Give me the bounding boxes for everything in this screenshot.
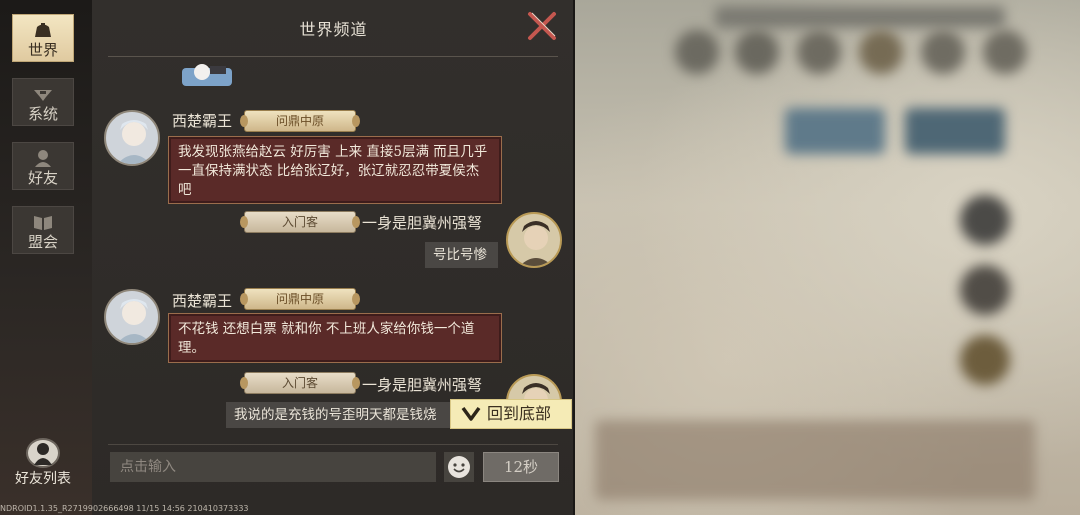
friend-avatar-icon bbox=[26, 438, 60, 468]
channel-tab-rail: 世界 系统 好友 盟会 好友列表 bbox=[0, 0, 92, 515]
input-divider bbox=[108, 444, 558, 445]
sticker-emoji-icon bbox=[182, 64, 232, 86]
rank-badge: 入门客 bbox=[240, 372, 360, 394]
emoji-button[interactable] bbox=[444, 452, 474, 482]
close-icon[interactable] bbox=[526, 10, 558, 42]
tab-label: 好友 bbox=[27, 169, 58, 187]
rank-badge: 入门客 bbox=[240, 211, 360, 233]
chat-input-placeholder: 点击输入 bbox=[120, 459, 176, 475]
message-bubble: 我说的是充钱的号歪明天都是钱烧 bbox=[226, 402, 456, 428]
message-bubble: 不花钱 还想白票 就和你 不上班人家给你钱一个道理。 bbox=[168, 313, 502, 363]
tab-label: 系统 bbox=[27, 105, 58, 123]
tab-label: 世界 bbox=[27, 41, 58, 59]
alliance-book-icon bbox=[34, 216, 52, 230]
tab-alliance[interactable]: 盟会 bbox=[12, 206, 74, 254]
avatar[interactable] bbox=[104, 110, 160, 166]
message-text: 我发现张燕给赵云 好厉害 上来 直接5层满 而且几乎一直保持满状态 比给张辽好，… bbox=[178, 144, 488, 198]
tab-system[interactable]: 系统 bbox=[12, 78, 74, 126]
sender-name: 西楚霸王 bbox=[172, 112, 233, 130]
world-chat-panel: 世界频道 西楚霸王 问鼎中原 我发现张燕给赵云 好厉害 上来 直接5层满 而且几… bbox=[92, 0, 575, 515]
tab-label: 盟会 bbox=[27, 233, 58, 251]
sender-name: 西楚霸王 bbox=[172, 292, 233, 310]
message-bubble: 我发现张燕给赵云 好厉害 上来 直接5层满 而且几乎一直保持满状态 比给张辽好，… bbox=[168, 136, 502, 204]
rank-badge: 问鼎中原 bbox=[240, 110, 360, 132]
message-bubble: 号比号惨 bbox=[425, 242, 498, 268]
message-text: 不花钱 还想白票 就和你 不上班人家给你钱一个道理。 bbox=[178, 321, 475, 356]
scroll-to-bottom-button[interactable]: 回到底部 bbox=[450, 399, 572, 429]
game-scene-background bbox=[575, 0, 1080, 515]
smiley-face-icon bbox=[448, 456, 470, 478]
friend-portrait-icon bbox=[35, 150, 51, 167]
world-bell-icon bbox=[35, 23, 51, 37]
system-emblem-icon bbox=[34, 90, 52, 101]
build-version-text: NDROID1.1.35_R2719902666498 11/15 14:56 … bbox=[0, 504, 249, 513]
sender-name: 一身是胆冀州强弩 bbox=[362, 376, 483, 394]
panel-title: 世界频道 bbox=[299, 20, 368, 39]
title-divider bbox=[108, 56, 558, 57]
avatar[interactable] bbox=[506, 212, 562, 268]
message-text: 号比号惨 bbox=[433, 247, 487, 263]
tab-friends[interactable]: 好友 bbox=[12, 142, 74, 190]
sender-name: 一身是胆冀州强弩 bbox=[362, 214, 483, 232]
friends-list-label: 好友列表 bbox=[15, 471, 71, 487]
scroll-to-bottom-label: 回到底部 bbox=[487, 404, 552, 423]
chat-input[interactable]: 点击输入 bbox=[110, 452, 436, 482]
chevron-down-icon bbox=[461, 406, 481, 421]
tab-world[interactable]: 世界 bbox=[12, 14, 74, 62]
send-cooldown-button[interactable]: 12秒 bbox=[483, 452, 559, 482]
message-text: 我说的是充钱的号歪明天都是钱烧 bbox=[234, 407, 437, 423]
friends-list-button[interactable]: 好友列表 bbox=[6, 438, 80, 488]
avatar[interactable] bbox=[104, 289, 160, 345]
rank-badge: 问鼎中原 bbox=[240, 288, 360, 310]
